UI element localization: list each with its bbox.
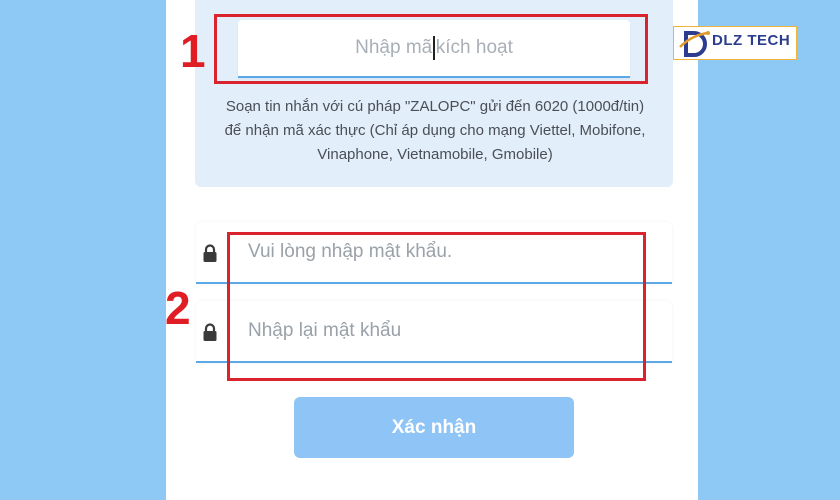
sms-instructions: Soạn tin nhắn với cú pháp "ZALOPC" gửi đ… — [224, 98, 646, 163]
highlight-box-step1 — [214, 14, 648, 84]
confirm-button[interactable]: Xác nhận — [294, 397, 574, 458]
lock-icon — [203, 244, 217, 262]
step-number-2: 2 — [165, 282, 191, 334]
logo-text: DLZ TECH — [712, 32, 791, 49]
highlight-box-step2 — [227, 232, 646, 381]
brand-logo: DLZ TECH — [673, 26, 797, 60]
step-number-1: 1 — [180, 25, 206, 77]
logo-mark-icon — [679, 31, 710, 57]
lock-icon — [203, 323, 217, 341]
